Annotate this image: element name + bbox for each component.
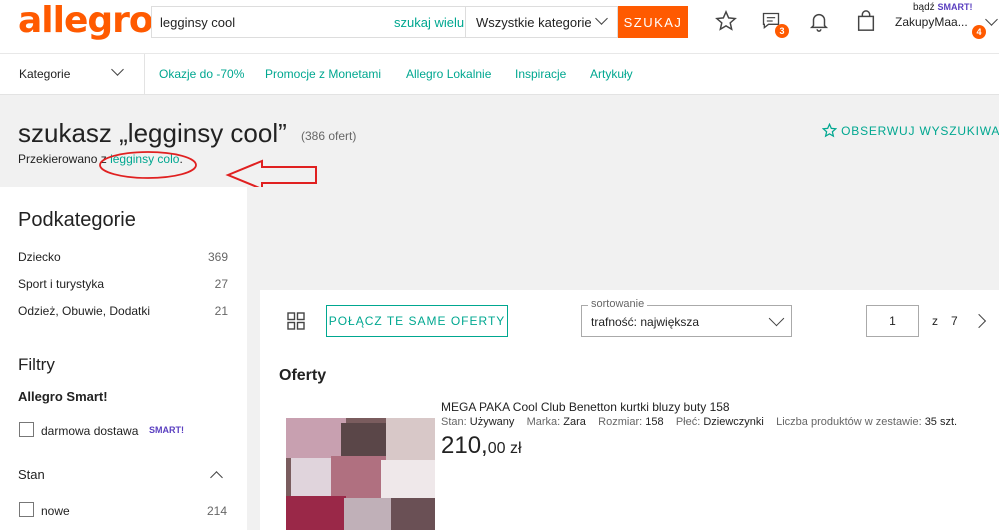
subcategory-count: 27 <box>214 277 228 291</box>
condition-new-count: 214 <box>207 504 228 518</box>
condition-new-checkbox[interactable] <box>19 502 34 517</box>
page-number-input[interactable]: 1 <box>866 305 919 337</box>
attr-condition-label: Stan: <box>441 416 467 428</box>
subcategories-heading: Podkategorie <box>18 209 136 231</box>
sort-select[interactable]: sortowanie trafność: największa <box>581 298 792 337</box>
sort-legend: sortowanie <box>588 298 648 310</box>
offers-heading: Oferty <box>279 367 327 384</box>
subcategory-count: 21 <box>214 304 228 318</box>
page-of-label: z <box>932 314 938 328</box>
filters-heading: Filtry <box>18 355 55 374</box>
attr-gender-label: Płeć: <box>675 416 701 428</box>
grid-view-icon[interactable] <box>287 312 305 330</box>
attr-set-label: Liczba produktów w zestawie: <box>776 416 922 428</box>
attr-size-label: Rozmiar: <box>598 416 643 428</box>
page-total: 7 <box>951 314 958 328</box>
free-delivery-label[interactable]: darmowa dostawa <box>41 424 138 438</box>
filters-sidebar: Podkategorie Dziecko 369 Sport i turysty… <box>0 187 247 530</box>
attr-gender-value: Dziewczynki <box>703 416 764 428</box>
subcategory-label: Sport i turystyka <box>18 277 105 291</box>
subcategory-count: 369 <box>207 250 228 264</box>
subcategory-label: Odzież, Obuwie, Dodatki <box>18 304 151 318</box>
attr-size-value: 158 <box>645 416 664 428</box>
next-page-icon[interactable] <box>971 313 987 329</box>
chevron-up-icon[interactable] <box>210 471 223 484</box>
attr-condition-value: Używany <box>469 416 515 428</box>
merge-offers-button[interactable]: POŁĄCZ TE SAME OFERTY <box>326 305 508 337</box>
annotation-circle <box>99 151 197 179</box>
attr-set-value: 35 szt. <box>924 416 958 428</box>
subcategory-item[interactable]: Sport i turystyka 27 <box>18 277 228 291</box>
condition-heading: Stan <box>18 467 45 482</box>
condition-new-label[interactable]: nowe <box>41 504 70 518</box>
offers-panel: POŁĄCZ TE SAME OFERTY sortowanie trafnoś… <box>260 290 999 530</box>
price-cents: 00 zł <box>487 440 522 457</box>
subcategory-label: Dziecko <box>18 250 61 264</box>
subcategory-item[interactable]: Odzież, Obuwie, Dodatki 21 <box>18 304 228 318</box>
attr-brand-value: Zara <box>563 416 586 428</box>
free-delivery-checkbox[interactable] <box>19 422 34 437</box>
smart-badge: SMART! <box>149 425 184 435</box>
subcategory-item[interactable]: Dziecko 369 <box>18 250 228 264</box>
product-photo <box>286 418 435 530</box>
annotation-arrow <box>225 159 317 191</box>
sort-value: trafność: największa <box>591 315 700 329</box>
product-price: 210,00 zł <box>441 432 522 460</box>
product-attributes: Stan: Używany Marka: Zara Rozmiar: 158 P… <box>441 416 957 428</box>
attr-brand-label: Marka: <box>526 416 561 428</box>
product-image[interactable] <box>286 418 435 530</box>
price-main: 210, <box>441 432 488 459</box>
product-title-link[interactable]: MEGA PAKA Cool Club Benetton kurtki bluz… <box>441 400 730 414</box>
chevron-down-icon <box>768 310 785 327</box>
allegro-smart-heading: Allegro Smart! <box>18 389 108 404</box>
